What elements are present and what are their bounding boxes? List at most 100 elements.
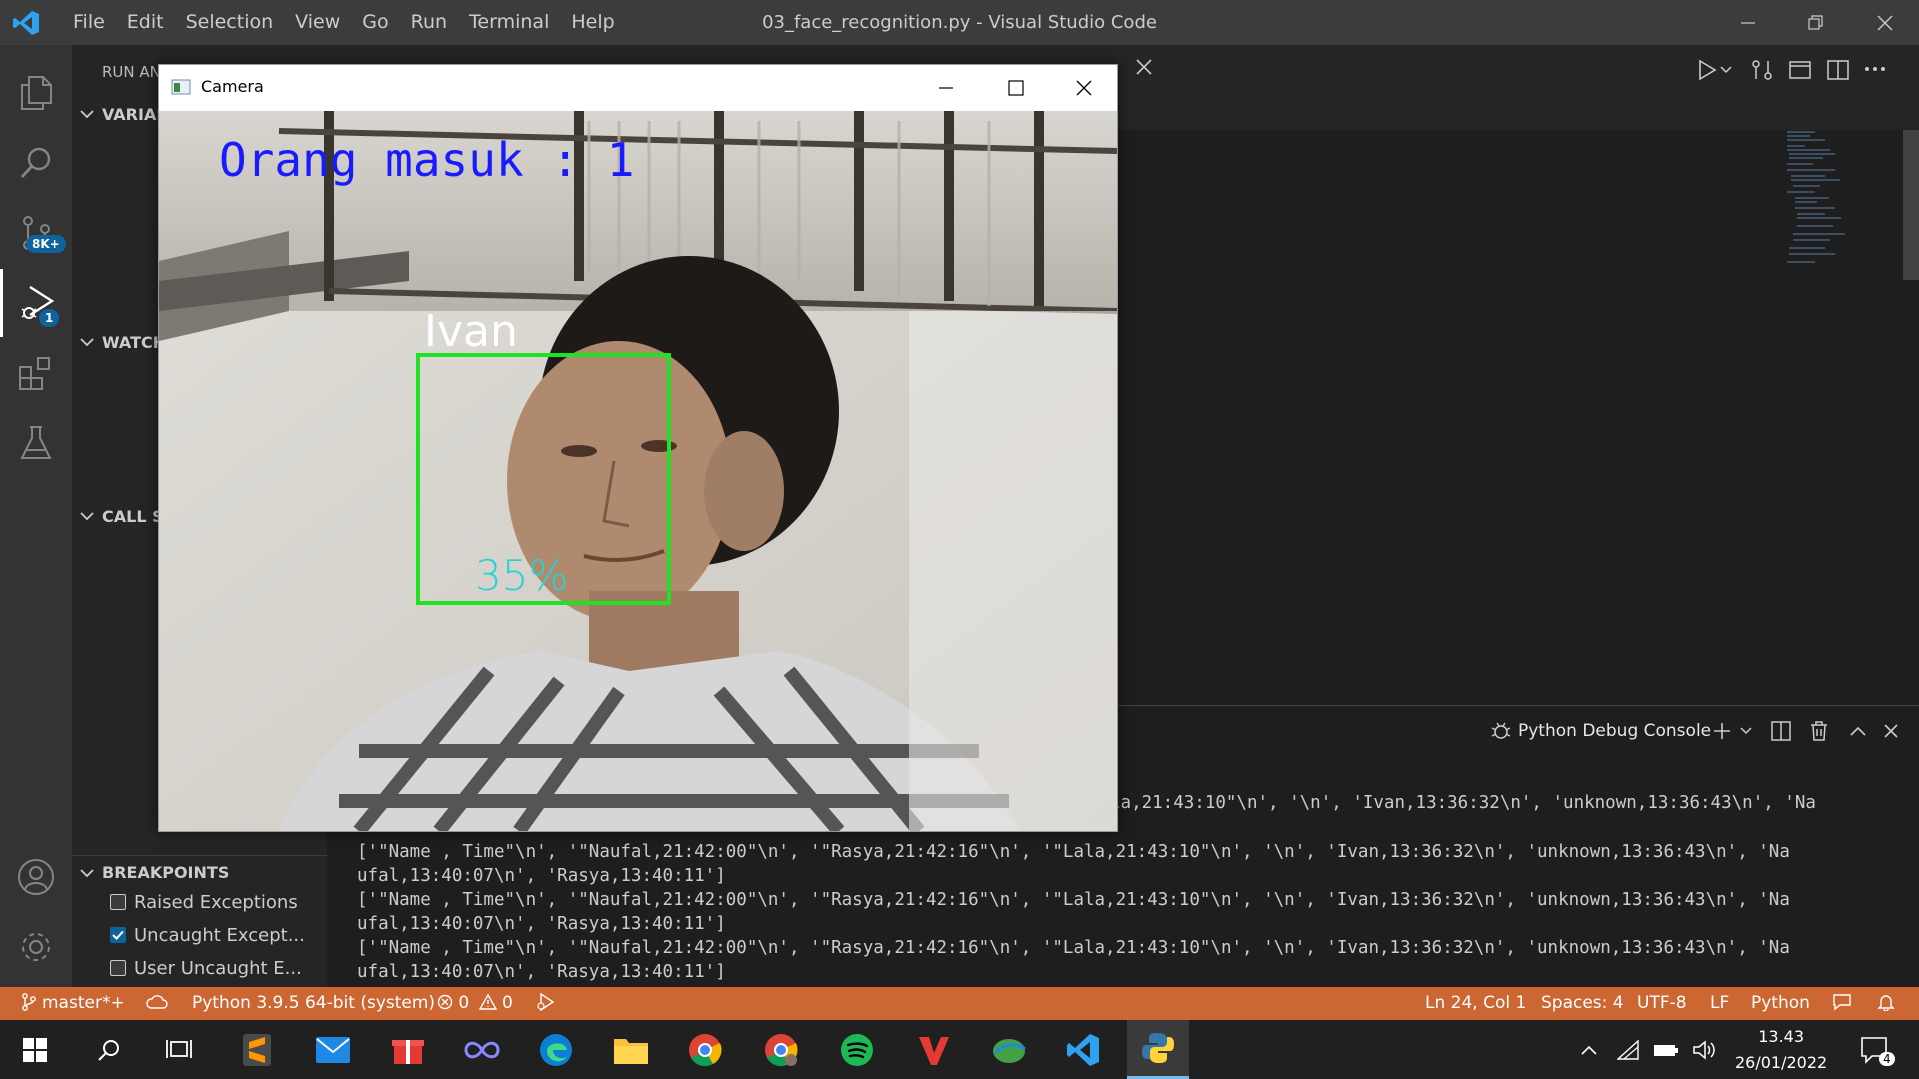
menu-run[interactable]: Run: [400, 0, 458, 45]
sublime-text-app[interactable]: [226, 1020, 288, 1079]
vivaldi-app[interactable]: [903, 1020, 965, 1079]
camera-window[interactable]: Camera Orang masuk: 1 Ivan 35%: [158, 64, 1118, 832]
editor-scrollbar[interactable]: [1903, 130, 1919, 280]
run-file-icon[interactable]: [1697, 59, 1717, 81]
explorer-button[interactable]: [0, 59, 72, 127]
network-app[interactable]: [978, 1020, 1040, 1079]
console-output-line: ufal,13:40:07\n', 'Rasya,13:40:11']: [357, 914, 726, 934]
mail-icon: [316, 1036, 350, 1063]
compare-changes-icon[interactable]: [1751, 59, 1773, 81]
taskbar-clock[interactable]: 13.43 26/01/2022: [1735, 1020, 1827, 1079]
manage-button[interactable]: [0, 913, 72, 981]
language-mode[interactable]: Python: [1751, 987, 1810, 1020]
feedback-button[interactable]: [1832, 987, 1852, 1020]
testing-button[interactable]: [0, 409, 72, 477]
spotify-app[interactable]: [826, 1020, 888, 1079]
python-interpreter[interactable]: Python 3.9.5 64-bit (system): [192, 987, 435, 1020]
mail-app[interactable]: [302, 1020, 364, 1079]
action-center-button[interactable]: 4: [1845, 1020, 1905, 1079]
windows-logo-icon: [23, 1037, 47, 1062]
camera-maximize-button[interactable]: [981, 65, 1051, 111]
encoding[interactable]: UTF-8: [1637, 987, 1687, 1020]
problems-status[interactable]: 0 0: [437, 987, 513, 1020]
chevron-down-icon: [80, 110, 94, 119]
close-panel-button[interactable]: [1876, 716, 1906, 746]
network-tray-button[interactable]: [1609, 1020, 1647, 1079]
sync-button[interactable]: [146, 987, 168, 1020]
maximize-panel-button[interactable]: [1843, 716, 1873, 746]
chevron-up-icon: [1850, 726, 1866, 736]
notifications-button[interactable]: [1877, 987, 1895, 1020]
camera-title-bar[interactable]: Camera: [159, 65, 1117, 111]
terminal-dropdown-button[interactable]: [1731, 716, 1761, 746]
menu-terminal[interactable]: Terminal: [458, 0, 560, 45]
menu-file[interactable]: File: [62, 0, 116, 45]
close-window-button[interactable]: [1855, 0, 1915, 45]
camera-feed: Orang masuk : 1 Ivan 35%: [159, 111, 1117, 831]
camera-close-button[interactable]: [1049, 65, 1119, 111]
chrome-app[interactable]: [674, 1020, 736, 1079]
debug-status[interactable]: [535, 987, 555, 1020]
restore-button[interactable]: [1786, 0, 1846, 45]
file-explorer-app[interactable]: [600, 1020, 662, 1079]
gift-app[interactable]: [377, 1020, 439, 1079]
menu-view[interactable]: View: [284, 0, 351, 45]
chevron-down-icon: [1740, 727, 1752, 735]
more-actions-icon[interactable]: [1864, 65, 1886, 73]
volume-tray-button[interactable]: [1685, 1020, 1725, 1079]
cloud-sync-icon: [146, 995, 168, 1009]
task-view-button[interactable]: [148, 1020, 210, 1079]
start-button[interactable]: [4, 1020, 66, 1079]
watch-section-label: WATCH: [102, 332, 167, 352]
menu-help[interactable]: Help: [560, 0, 625, 45]
python-app[interactable]: [1127, 1020, 1189, 1079]
open-preview-icon[interactable]: [1789, 59, 1811, 81]
line-ending[interactable]: LF: [1710, 987, 1729, 1020]
breakpoints-section-label: BREAKPOINTS: [102, 863, 230, 882]
battery-tray-button[interactable]: [1647, 1020, 1685, 1079]
warning-count: 0: [502, 993, 513, 1013]
vscode-app[interactable]: [1052, 1020, 1114, 1079]
split-editor-icon[interactable]: [1827, 59, 1849, 81]
debug-status-icon: [537, 992, 555, 1012]
run-debug-button[interactable]: 1: [0, 269, 72, 337]
source-control-button[interactable]: 8K+: [0, 199, 72, 267]
chrome-profile-app[interactable]: [750, 1020, 812, 1079]
menu-bar: File Edit Selection View Go Run Terminal…: [62, 0, 626, 45]
close-icon[interactable]: [1136, 59, 1152, 75]
menu-go[interactable]: Go: [351, 0, 399, 45]
split-terminal-button[interactable]: [1766, 716, 1796, 746]
breakpoint-label: Uncaught Except...: [134, 924, 305, 946]
breakpoints-section-header[interactable]: BREAKPOINTS: [72, 855, 327, 889]
trash-icon: [1811, 721, 1827, 741]
checkbox[interactable]: [110, 927, 126, 943]
error-count: 0: [458, 993, 470, 1013]
search-button[interactable]: [0, 129, 72, 197]
menu-edit[interactable]: Edit: [116, 0, 175, 45]
minimap[interactable]: [1785, 130, 1905, 310]
vscode-logo-icon: [13, 11, 39, 35]
branch-status[interactable]: master*+: [22, 987, 125, 1020]
cursor-position[interactable]: Ln 24, Col 1: [1425, 987, 1526, 1020]
menu-selection[interactable]: Selection: [175, 0, 285, 45]
terminal-selector[interactable]: Python Debug Console: [1490, 714, 1711, 748]
minimize-button[interactable]: [1718, 0, 1778, 45]
taskbar-search-button[interactable]: [78, 1020, 140, 1079]
breakpoint-uncaught-exceptions[interactable]: Uncaught Except...: [110, 921, 305, 949]
accounts-button[interactable]: [0, 843, 72, 911]
kill-terminal-button[interactable]: [1804, 716, 1834, 746]
console-output-line: ['"Name , Time"\n', '"Naufal,21:42:00"\n…: [357, 938, 1790, 958]
breakpoint-user-uncaught-exceptions[interactable]: User Uncaught E...: [110, 954, 302, 982]
edge-app[interactable]: [525, 1020, 587, 1079]
checkbox[interactable]: [110, 960, 126, 976]
show-hidden-icons-button[interactable]: [1569, 1020, 1609, 1079]
infinity-app[interactable]: [451, 1020, 513, 1079]
chevron-down-icon: [80, 868, 94, 877]
camera-minimize-button[interactable]: [911, 65, 981, 111]
checkbox[interactable]: [110, 894, 126, 910]
breakpoint-raised-exceptions[interactable]: Raised Exceptions: [110, 888, 298, 916]
restore-icon: [1808, 14, 1823, 30]
indentation[interactable]: Spaces: 4: [1541, 987, 1624, 1020]
chevron-down-icon[interactable]: [1720, 65, 1732, 75]
extensions-button[interactable]: [0, 339, 72, 407]
